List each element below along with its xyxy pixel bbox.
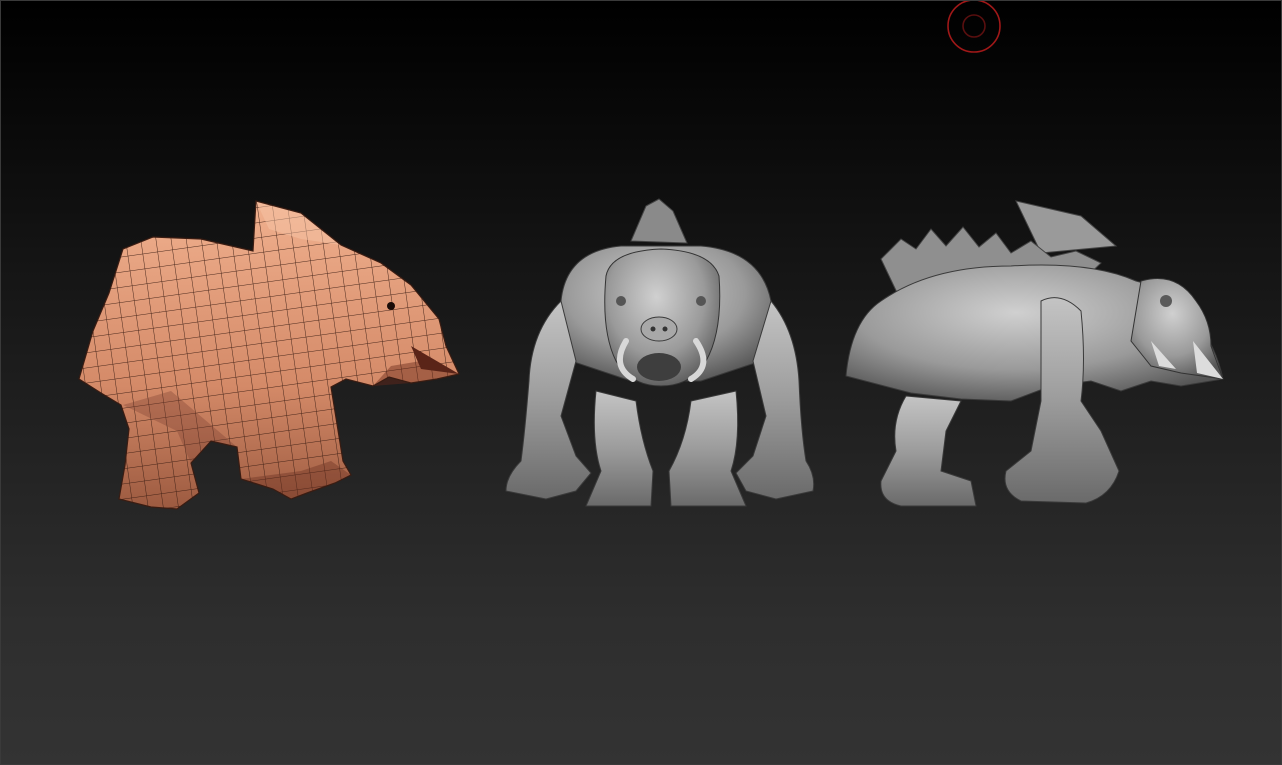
lowpoly-wireframe-creature[interactable] — [71, 191, 471, 521]
sculpted-creature-front[interactable] — [505, 198, 815, 507]
sculpted-creature-side[interactable] — [845, 200, 1224, 507]
viewport-scene — [71, 1, 1224, 521]
3d-viewport[interactable] — [0, 0, 1282, 765]
brush-cursor-icon[interactable] — [947, 1, 1001, 53]
